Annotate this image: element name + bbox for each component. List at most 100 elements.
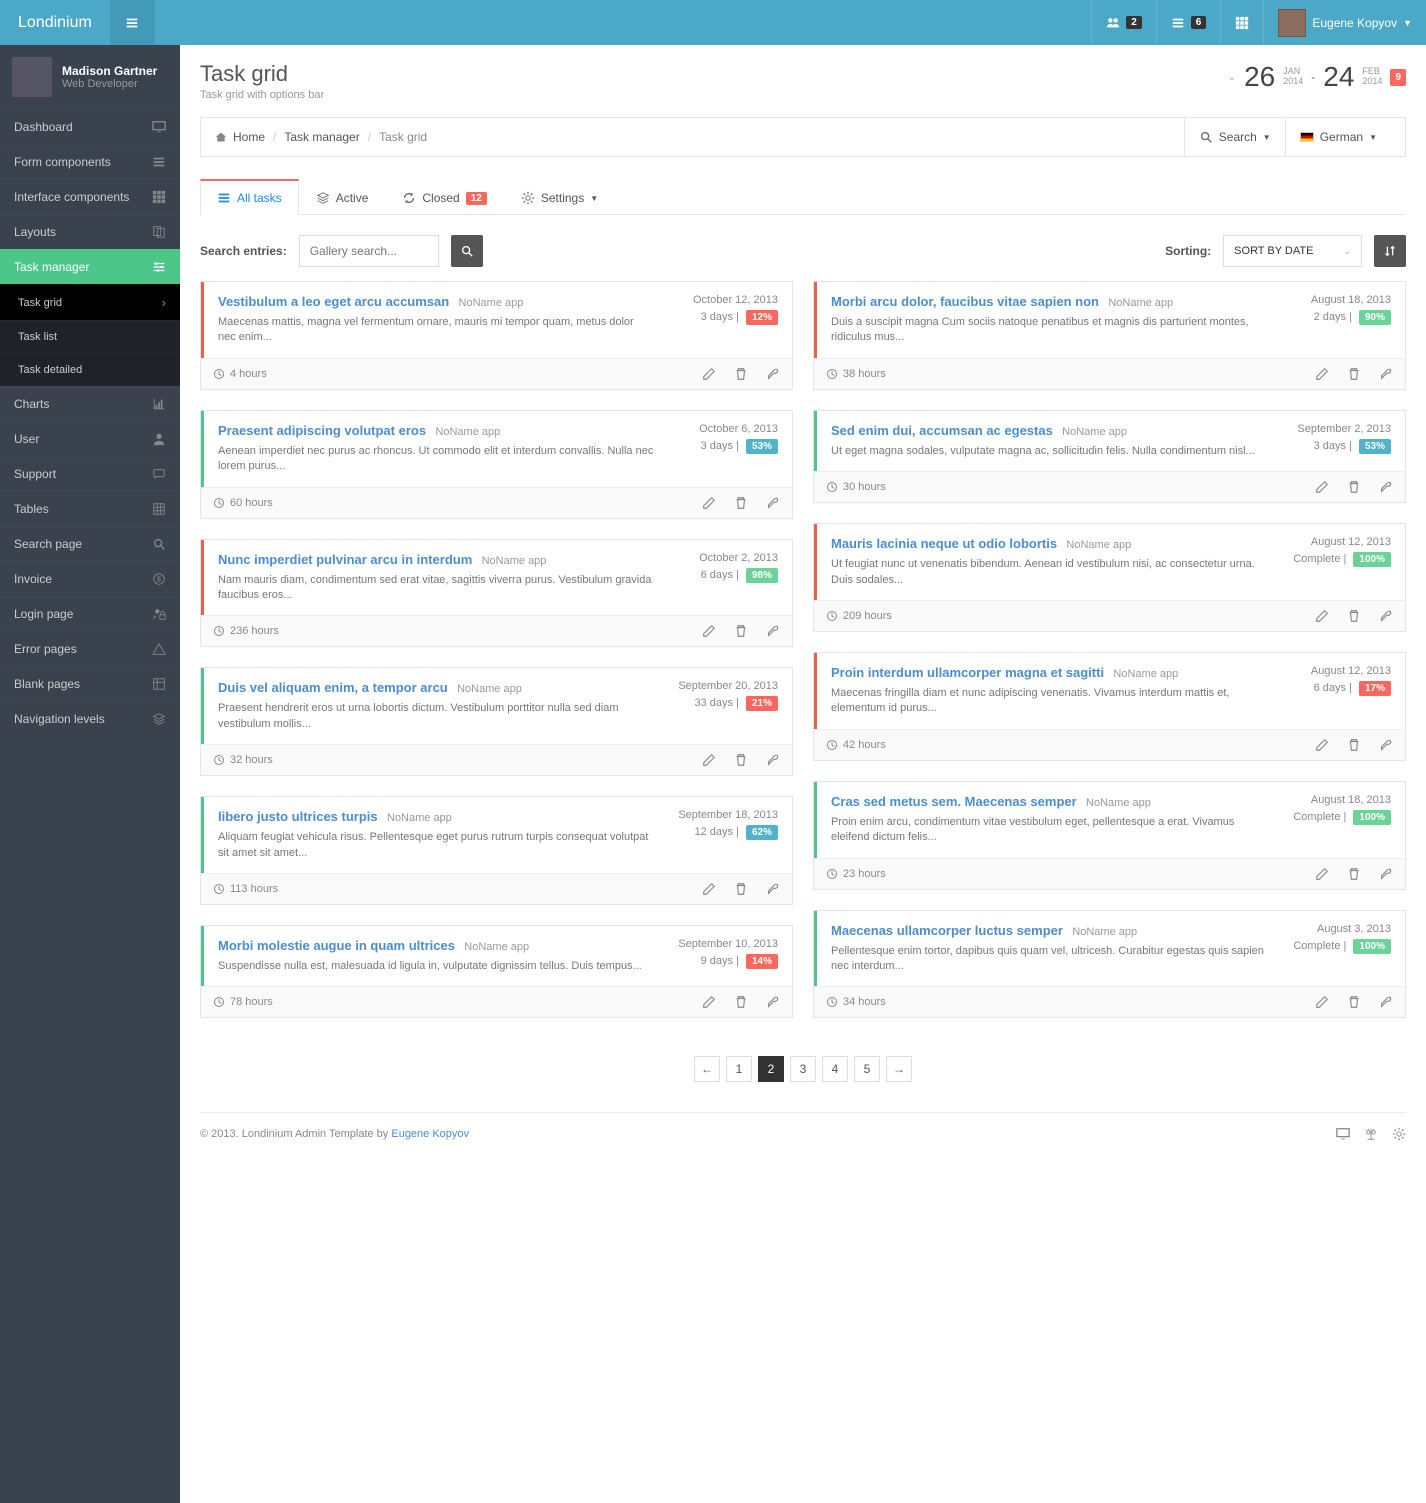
settings-button[interactable]: [1379, 367, 1393, 381]
tab-active[interactable]: Active: [299, 179, 386, 215]
delete-button[interactable]: [734, 367, 748, 381]
task-title[interactable]: Morbi molestie augue in quam ultrices: [218, 938, 455, 953]
page-4[interactable]: 4: [822, 1056, 848, 1082]
brand[interactable]: Londinium: [0, 14, 110, 32]
page-prev[interactable]: ←: [694, 1056, 720, 1082]
sidebar-item-tables[interactable]: Tables: [0, 491, 180, 526]
edit-button[interactable]: [702, 995, 716, 1009]
delete-button[interactable]: [1347, 738, 1361, 752]
sidebar-toggle[interactable]: [110, 0, 155, 45]
sidebar-item-user[interactable]: User: [0, 421, 180, 456]
task-title[interactable]: Proin interdum ullamcorper magna et sagi…: [831, 665, 1104, 680]
breadcrumb-lang[interactable]: German▼: [1285, 117, 1391, 157]
settings-button[interactable]: [1379, 480, 1393, 494]
delete-button[interactable]: [734, 753, 748, 767]
settings-button[interactable]: [766, 882, 780, 896]
sidebar-item-login[interactable]: Login page: [0, 596, 180, 631]
task-app[interactable]: NoName app: [457, 683, 522, 695]
sidebar-item-taskmanager[interactable]: Task manager: [0, 249, 180, 284]
sidebar-item-taskdetail[interactable]: Task detailed: [0, 353, 180, 386]
task-title[interactable]: Vestibulum a leo eget arcu accumsan: [218, 294, 449, 309]
footer-author-link[interactable]: Eugene Kopyov: [391, 1128, 469, 1140]
task-title[interactable]: Cras sed metus sem. Maecenas semper: [831, 794, 1077, 809]
page-next[interactable]: →: [886, 1056, 912, 1082]
sidebar-user[interactable]: Madison Gartner Web Developer: [0, 45, 180, 109]
edit-button[interactable]: [1315, 995, 1329, 1009]
page-3[interactable]: 3: [790, 1056, 816, 1082]
settings-button[interactable]: [1379, 609, 1393, 623]
task-app[interactable]: NoName app: [387, 812, 452, 824]
crumb-mgr[interactable]: Task manager: [284, 130, 359, 144]
sidebar-item-dashboard[interactable]: Dashboard: [0, 109, 180, 144]
edit-button[interactable]: [702, 496, 716, 510]
tab-closed[interactable]: Closed12: [385, 179, 503, 215]
settings-button[interactable]: [1379, 867, 1393, 881]
tab-settings[interactable]: Settings▼: [504, 179, 615, 215]
delete-button[interactable]: [1347, 609, 1361, 623]
task-app[interactable]: NoName app: [464, 941, 529, 953]
sidebar-item-forms[interactable]: Form components: [0, 144, 180, 179]
settings-button[interactable]: [766, 367, 780, 381]
task-app[interactable]: NoName app: [1062, 426, 1127, 438]
sidebar-item-search[interactable]: Search page: [0, 526, 180, 561]
tab-all[interactable]: All tasks: [200, 179, 299, 215]
edit-button[interactable]: [702, 882, 716, 896]
task-app[interactable]: NoName app: [1086, 797, 1151, 809]
page-1[interactable]: 1: [726, 1056, 752, 1082]
sidebar-item-navlevels[interactable]: Navigation levels: [0, 701, 180, 736]
task-title[interactable]: Sed enim dui, accumsan ac egestas: [831, 423, 1053, 438]
sidebar-item-layouts[interactable]: Layouts: [0, 214, 180, 249]
task-title[interactable]: Praesent adipiscing volutpat eros: [218, 423, 426, 438]
delete-button[interactable]: [1347, 867, 1361, 881]
edit-button[interactable]: [1315, 480, 1329, 494]
sidebar-item-charts[interactable]: Charts: [0, 386, 180, 421]
delete-button[interactable]: [1347, 367, 1361, 381]
date-range[interactable]: ⌄ 26 JAN2014 - 24 FEB2014 9: [1228, 61, 1406, 93]
settings-button[interactable]: [766, 624, 780, 638]
sidebar-item-tasklist[interactable]: Task list: [0, 320, 180, 353]
task-app[interactable]: NoName app: [1066, 539, 1131, 551]
settings-button[interactable]: [1379, 738, 1393, 752]
task-title[interactable]: libero justo ultrices turpis: [218, 809, 378, 824]
sort-select[interactable]: SORT BY DATE⌄: [1223, 235, 1362, 267]
sidebar-item-taskgrid[interactable]: Task grid›: [0, 284, 180, 320]
page-2[interactable]: 2: [758, 1056, 784, 1082]
sidebar-item-invoice[interactable]: Invoice$: [0, 561, 180, 596]
breadcrumb-search[interactable]: Search▼: [1184, 117, 1285, 157]
task-app[interactable]: NoName app: [482, 555, 547, 567]
task-app[interactable]: NoName app: [1108, 297, 1173, 309]
task-app[interactable]: NoName app: [435, 426, 500, 438]
gear-icon[interactable]: [1392, 1127, 1406, 1141]
balance-icon[interactable]: [1364, 1127, 1378, 1141]
search-input[interactable]: [299, 235, 439, 267]
delete-button[interactable]: [1347, 480, 1361, 494]
task-title[interactable]: Maecenas ullamcorper luctus semper: [831, 923, 1063, 938]
task-app[interactable]: NoName app: [1072, 926, 1137, 938]
sort-direction-button[interactable]: [1374, 235, 1406, 267]
sidebar-item-error[interactable]: Error pages: [0, 631, 180, 666]
task-title[interactable]: Nunc imperdiet pulvinar arcu in interdum: [218, 552, 472, 567]
search-button[interactable]: [451, 235, 483, 267]
sidebar-item-support[interactable]: Support: [0, 456, 180, 491]
delete-button[interactable]: [734, 882, 748, 896]
task-title[interactable]: Mauris lacinia neque ut odio lobortis: [831, 536, 1057, 551]
edit-button[interactable]: [1315, 738, 1329, 752]
topbar-users[interactable]: 2: [1091, 0, 1156, 45]
topbar-grid[interactable]: [1220, 0, 1263, 45]
settings-button[interactable]: [766, 496, 780, 510]
task-title[interactable]: Morbi arcu dolor, faucibus vitae sapien …: [831, 294, 1099, 309]
task-title[interactable]: Duis vel aliquam enim, a tempor arcu: [218, 680, 448, 695]
task-app[interactable]: NoName app: [459, 297, 524, 309]
screen-icon[interactable]: [1336, 1127, 1350, 1141]
sidebar-item-blank[interactable]: Blank pages: [0, 666, 180, 701]
settings-button[interactable]: [766, 753, 780, 767]
delete-button[interactable]: [1347, 995, 1361, 1009]
edit-button[interactable]: [1315, 609, 1329, 623]
topbar-list[interactable]: 6: [1156, 0, 1221, 45]
edit-button[interactable]: [1315, 367, 1329, 381]
topbar-user[interactable]: Eugene Kopyov ▼: [1263, 0, 1426, 45]
edit-button[interactable]: [702, 624, 716, 638]
settings-button[interactable]: [766, 995, 780, 1009]
task-app[interactable]: NoName app: [1113, 668, 1178, 680]
sidebar-item-interface[interactable]: Interface components: [0, 179, 180, 214]
